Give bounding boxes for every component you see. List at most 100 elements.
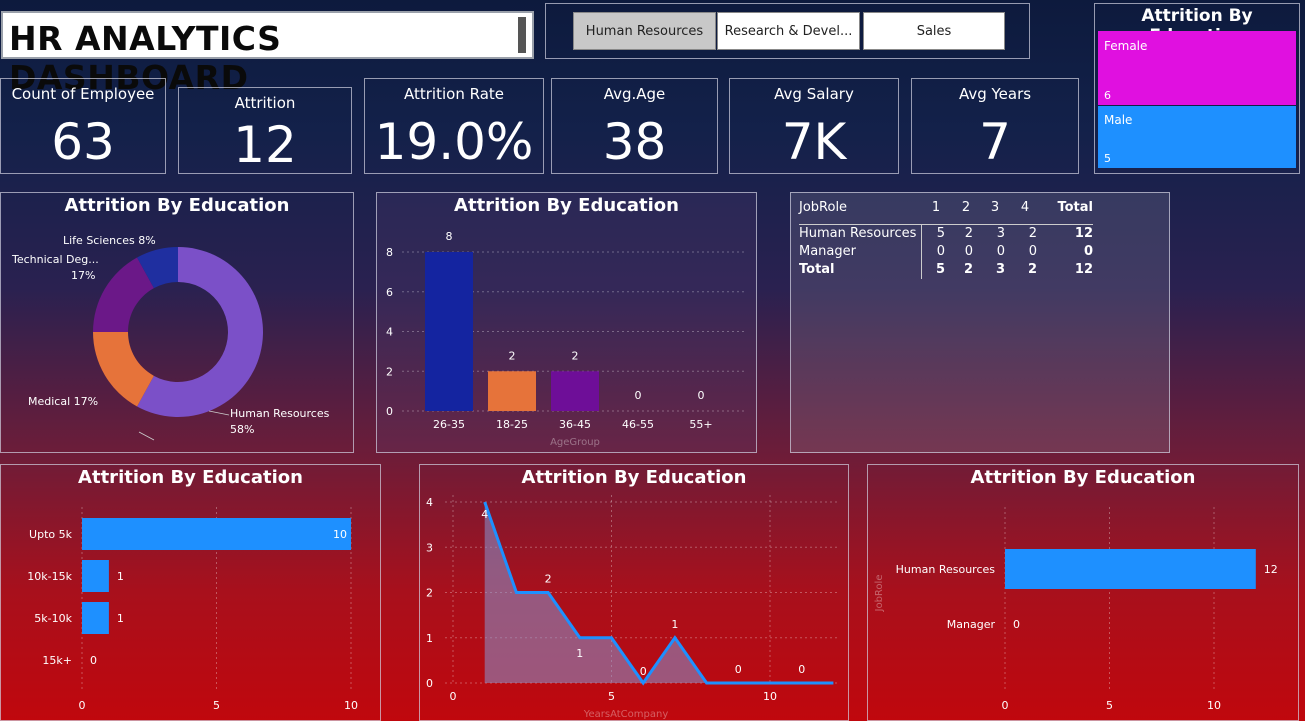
matrix-cell: 3 <box>995 262 1005 277</box>
matrix-cell: 2 <box>1028 226 1037 241</box>
y-tick-label: 2 <box>386 365 393 378</box>
salary-chart: 0 5 10 Upto 5k 10 10k-15k 1 5k-10k 1 15k+ 0 <box>27 507 358 712</box>
jobrole-matrix: JobRole 1 2 3 4 Total Human Resources 5 … <box>799 198 1093 279</box>
data-label: 2 <box>509 349 516 362</box>
x-tick-label: 0 <box>450 690 457 703</box>
matrix-header: 1 <box>931 199 941 215</box>
matrix-header: Total <box>1057 199 1093 215</box>
matrix-cell: 2 <box>1027 262 1037 277</box>
y-tick-label: 8 <box>386 246 393 259</box>
bar-Human Resources <box>1005 549 1256 589</box>
y-tick-label: 0 <box>386 405 393 418</box>
x-tick-label: 0 <box>1002 699 1009 712</box>
slicer-sales[interactable]: Sales <box>863 12 1005 50</box>
bar-26-35 <box>425 252 473 411</box>
matrix-cell: 12 <box>1074 262 1093 277</box>
donut-label-human-resources: Human Resources <box>230 407 330 420</box>
matrix-cell: 0 <box>1028 244 1037 259</box>
y-tick-label: 15k+ <box>42 654 72 667</box>
data-label: 1 <box>671 618 678 631</box>
slicer-research-development[interactable]: Research & Devel... <box>717 12 860 50</box>
data-label: 8 <box>446 230 453 243</box>
data-label: 0 <box>698 389 705 402</box>
x-tick-label: 5 <box>213 699 220 712</box>
salary-chart-panel: Attrition By Education 0 5 10 Upto 5k 10 10k… <box>0 464 381 721</box>
data-label: 12 <box>1264 563 1278 576</box>
treemap-female[interactable]: Female 6 <box>1098 31 1296 105</box>
data-label: 0 <box>1013 618 1020 631</box>
kpi-value: 38 <box>602 113 667 171</box>
slicer-human-resources[interactable]: Human Resources <box>573 12 716 50</box>
kpi-value: 7K <box>781 113 847 171</box>
matrix-cell: 0 <box>936 244 945 259</box>
data-label: 1 <box>117 570 124 583</box>
leader-line <box>208 410 230 416</box>
matrix-cell: 2 <box>963 262 973 277</box>
kpi-avg-age: Avg.Age 38 <box>551 78 718 174</box>
matrix-cell: 5 <box>936 226 945 241</box>
matrix-header: 2 <box>961 199 971 215</box>
kpi-label: Count of Employee <box>11 85 155 103</box>
bar-36-45 <box>551 371 599 411</box>
matrix-row: Manager 0 0 0 0 0 <box>799 242 1093 261</box>
dashboard-title-box: HR ANALYTICS DASHBOARD <box>1 11 534 97</box>
x-tick-label: 18-25 <box>496 418 528 431</box>
kpi-label: Avg.Age <box>603 85 666 103</box>
donut-label-technical-degree: Technical Deg... <box>11 253 99 266</box>
data-label: 1 <box>576 647 583 660</box>
bar-10k-15k <box>82 560 109 592</box>
treemap-value: 6 <box>1104 89 1111 102</box>
y-tick-label: 4 <box>426 496 433 509</box>
gender-treemap-panel: Attrition By Education Female 6 Male 5 <box>1094 3 1300 174</box>
x-tick-label: 55+ <box>689 418 712 431</box>
y-tick-label: 4 <box>386 326 393 339</box>
kpi-value: 63 <box>51 113 115 171</box>
x-tick-label: 5 <box>608 690 615 703</box>
y-tick-label: Manager <box>947 618 996 631</box>
matrix-header-row: JobRole 1 2 3 4 Total <box>799 198 1093 216</box>
kpi-attrition: Attrition 12 <box>178 87 352 174</box>
years-chart: 012340 5 10 421010 0 YearsAtCompany <box>426 495 840 720</box>
matrix-cell: 2 <box>964 226 973 241</box>
x-tick-label: 46-55 <box>622 418 654 431</box>
treemap-label: Female <box>1104 39 1148 53</box>
kpi-value: 19.0% <box>374 113 534 171</box>
x-tick-label: 5 <box>1106 699 1113 712</box>
matrix-row: Human Resources 5 2 3 2 12 <box>799 224 1093 243</box>
kpi-avg-years: Avg Years 7 <box>911 78 1079 174</box>
education-donut-panel: Attrition By Education Life Sciences 8% … <box>0 192 354 453</box>
matrix-header: 3 <box>990 199 1000 215</box>
kpi-value: 12 <box>233 116 297 174</box>
age-group-chart-panel: Attrition By Education 02468 8 26-35 2 18-2… <box>376 192 757 453</box>
y-tick-label: Upto 5k <box>29 528 73 541</box>
x-tick-label: 10 <box>1207 699 1221 712</box>
data-label: 0 <box>640 665 647 678</box>
matrix-cell: 5 <box>935 262 945 277</box>
y-tick-label: 1 <box>426 632 433 645</box>
x-tick-label: 0 <box>79 699 86 712</box>
y-tick-label: Human Resources <box>896 563 996 576</box>
x-axis-title: AgeGroup <box>550 437 600 448</box>
kpi-attrition-rate: Attrition Rate 19.0% <box>364 78 544 174</box>
x-axis-title: YearsAtCompany <box>583 709 669 720</box>
age-group-chart: 0 2 4 6 8 8 26-35 2 18-25 2 36-45 0 46-55 0 55+ AgeGr… <box>386 230 747 448</box>
treemap-male[interactable]: Male 5 <box>1098 106 1296 168</box>
bar-5k-10k <box>82 602 109 634</box>
donut-label-life-sciences: Life Sciences 8% <box>63 234 156 247</box>
kpi-count-of-employee: Count of Employee 63 <box>0 78 166 174</box>
x-tick-label: 26-35 <box>433 418 465 431</box>
data-label: 10 <box>333 528 347 541</box>
x-tick-label: 36-45 <box>559 418 591 431</box>
data-label: 0 <box>798 663 805 676</box>
leader-line <box>138 431 155 441</box>
matrix-cell: 0 <box>996 244 1005 259</box>
x-tick-label: 10 <box>344 699 358 712</box>
years-chart-panel: Attrition By Education 0 1 2 3 4 0 5 10 4210100… <box>419 464 849 721</box>
matrix-cell: Total <box>799 260 922 279</box>
jobrole-chart-panel: Attrition By Education 0 5 10 Human Resour… <box>867 464 1299 721</box>
kpi-label: Attrition <box>234 94 296 112</box>
y-tick-label: 5k-10k <box>34 612 72 625</box>
matrix-header: JobRole <box>799 199 848 215</box>
matrix-cell: 12 <box>1074 226 1093 241</box>
data-label: 2 <box>545 573 552 586</box>
